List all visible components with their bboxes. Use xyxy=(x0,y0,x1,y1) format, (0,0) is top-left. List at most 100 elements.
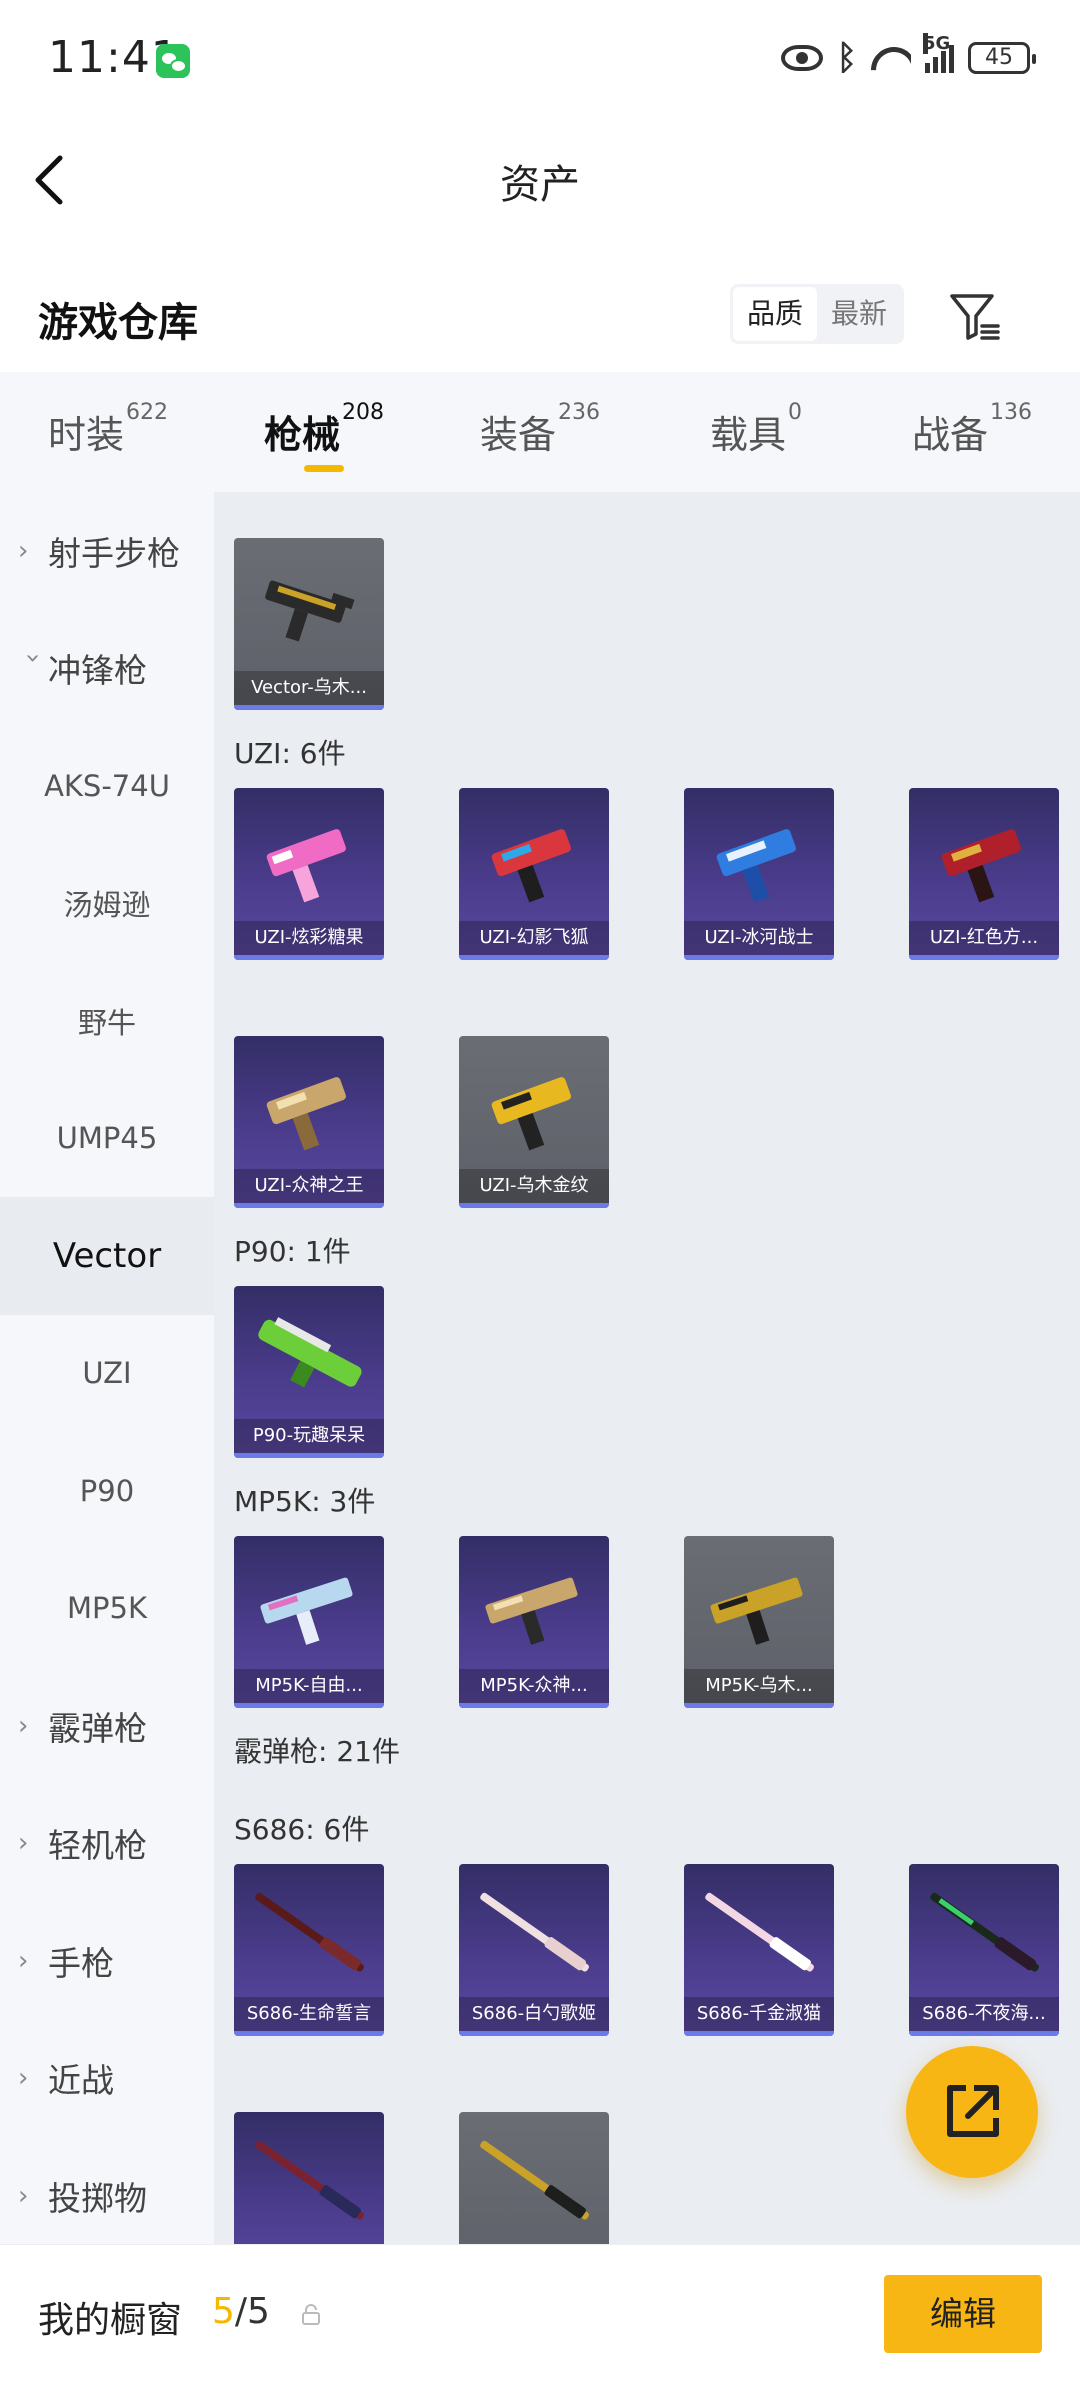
skin-card[interactable]: S686-白勺歌姬 xyxy=(459,1864,609,2036)
share-button[interactable] xyxy=(906,2046,1038,2178)
skin-card[interactable]: S686-生命誓言 xyxy=(234,1864,384,2036)
mp5k-art xyxy=(260,1577,353,1645)
tab-label: 装备 xyxy=(479,413,556,457)
skin-card[interactable]: P90-玩趣呆呆 xyxy=(234,1286,384,1458)
showcase-count: 5/5 xyxy=(212,2291,270,2332)
skin-card[interactable]: S686-千金淑猫 xyxy=(684,1864,834,2036)
app-header: 资产 xyxy=(0,120,1080,230)
sidebar-item-label: 射手步枪 xyxy=(48,533,180,573)
group-label-p90: P90: 1件 xyxy=(234,1235,351,1268)
sort-quality-button[interactable]: 品质 xyxy=(733,287,818,341)
shotgun-art xyxy=(705,1892,814,1972)
chevron-right-icon: › xyxy=(18,1828,29,1859)
skin-name: UZI-红色方... xyxy=(909,921,1059,955)
skin-card[interactable]: UZI-炫彩糖果 xyxy=(234,788,384,960)
skin-name: S686-生命誓言 xyxy=(234,1997,384,2031)
skin-name: UZI-炫彩糖果 xyxy=(234,921,384,955)
sort-toggle: 品质 最新 xyxy=(730,284,905,344)
uzi-art xyxy=(266,829,346,903)
skin-card[interactable]: UZI-红色方... xyxy=(909,788,1059,960)
tab-count: 0 xyxy=(788,400,802,425)
skin-card[interactable]: UZI-幻影飞狐 xyxy=(459,788,609,960)
sidebar-item-smg[interactable]: › 冲锋枪 xyxy=(0,610,214,728)
chevron-right-icon: › xyxy=(18,535,29,566)
battery-icon: 45 xyxy=(968,42,1036,74)
uzi-art xyxy=(491,1077,571,1151)
sidebar-item-label: 手枪 xyxy=(48,1943,114,1983)
skin-card[interactable]: MP5K-乌木... xyxy=(684,1536,834,1708)
chevron-right-icon: › xyxy=(18,1710,29,1741)
sidebar-item-marksman-rifle[interactable]: › 射手步枪 xyxy=(0,492,214,610)
chevron-right-icon: › xyxy=(18,1945,29,1976)
sidebar-item-pistol[interactable]: › 手枪 xyxy=(0,1902,214,2020)
sidebar-item-ump45[interactable]: UMP45 xyxy=(0,1080,214,1198)
skin-name: S686-白勺歌姬 xyxy=(459,1997,609,2031)
skin-name: UZI-乌木金纹 xyxy=(459,1169,609,1203)
skin-card[interactable]: Vector-乌木... xyxy=(234,538,384,710)
sidebar-item-bizon[interactable]: 野牛 xyxy=(0,962,214,1080)
sidebar-item-uzi[interactable]: UZI xyxy=(0,1315,214,1433)
signal-icon: 5G xyxy=(923,33,954,73)
skin-name: S686-不夜海... xyxy=(909,1997,1059,2031)
group-label-s686: S686: 6件 xyxy=(234,1813,370,1846)
share-external-icon xyxy=(947,2085,999,2137)
skin-name: MP5K-众神... xyxy=(459,1669,609,1703)
mp5k-art xyxy=(710,1577,803,1645)
skin-card[interactable]: MP5K-众神... xyxy=(459,1536,609,1708)
tab-label: 战备 xyxy=(911,413,988,457)
tab-count: 622 xyxy=(126,400,168,425)
weapon-skin-grid: Vector-乌木... UZI: 6件 UZI-炫彩糖果 UZI-幻影飞狐 U… xyxy=(214,492,1080,2244)
tab-vehicles[interactable]: 载具0 xyxy=(648,372,864,492)
sidebar-item-label: 冲锋枪 xyxy=(48,651,147,691)
wechat-icon xyxy=(156,44,190,78)
skin-card[interactable] xyxy=(234,2112,384,2244)
tab-count: 136 xyxy=(990,400,1032,425)
sidebar-item-thompson[interactable]: 汤姆逊 xyxy=(0,845,214,963)
sidebar-item-vector[interactable]: Vector xyxy=(0,1197,214,1315)
tab-equipment[interactable]: 装备236 xyxy=(432,372,648,492)
chevron-down-icon: › xyxy=(18,653,48,664)
skin-name: Vector-乌木... xyxy=(234,671,384,705)
status-bar: 11:41 ᛒ 5G 45 xyxy=(0,0,1080,120)
skin-name: S686-千金淑猫 xyxy=(684,1997,834,2031)
sidebar-item-label: 近战 xyxy=(48,2061,114,2101)
shotgun-art xyxy=(930,1892,1039,1972)
skin-name: P90-玩趣呆呆 xyxy=(234,1419,384,1453)
section-title: 游戏仓库 xyxy=(38,300,198,346)
skin-card[interactable]: MP5K-自由... xyxy=(234,1536,384,1708)
skin-card[interactable] xyxy=(459,2112,609,2244)
sidebar-item-lmg[interactable]: › 轻机枪 xyxy=(0,1785,214,1903)
wifi-icon xyxy=(871,43,911,73)
tab-gear[interactable]: 战备136 xyxy=(864,372,1080,492)
filter-glyph xyxy=(950,294,1000,340)
sidebar-item-throwable[interactable]: › 投掷物 xyxy=(0,2137,214,2255)
weapon-category-sidebar: › 射手步枪 › 冲锋枪 AKS-74U 汤姆逊 野牛 UMP45 Vector U… xyxy=(0,492,214,2244)
skin-card[interactable]: S686-不夜海... xyxy=(909,1864,1059,2036)
sidebar-item-melee[interactable]: › 近战 xyxy=(0,2020,214,2138)
smg-art xyxy=(265,580,355,642)
skin-card[interactable]: UZI-冰河战士 xyxy=(684,788,834,960)
skin-card[interactable]: UZI-乌木金纹 xyxy=(459,1036,609,1208)
shotgun-art xyxy=(255,1892,364,1972)
tab-fashion[interactable]: 时装622 xyxy=(0,372,216,492)
eye-comfort-icon xyxy=(780,45,823,71)
uzi-art xyxy=(941,829,1021,903)
page-title: 资产 xyxy=(500,162,580,208)
uzi-art xyxy=(716,829,796,903)
skin-card[interactable]: UZI-众神之王 xyxy=(234,1036,384,1208)
sidebar-item-aks74u[interactable]: AKS-74U xyxy=(0,727,214,845)
uzi-art xyxy=(491,829,571,903)
uzi-art xyxy=(266,1077,346,1151)
tab-firearms[interactable]: 枪械208 xyxy=(216,372,432,492)
skin-name: MP5K-乌木... xyxy=(684,1669,834,1703)
sidebar-item-shotgun[interactable]: › 霰弹枪 xyxy=(0,1667,214,1785)
group-label-shotgun: 霰弹枪: 21件 xyxy=(234,1735,400,1768)
sidebar-item-mp5k[interactable]: MP5K xyxy=(0,1550,214,1668)
filter-icon[interactable] xyxy=(948,290,1002,344)
edit-button[interactable]: 编辑 xyxy=(884,2275,1042,2353)
tab-label: 时装 xyxy=(47,413,124,457)
sidebar-item-label: 投掷物 xyxy=(48,2178,147,2218)
tab-label: 载具 xyxy=(709,413,786,457)
sidebar-item-p90[interactable]: P90 xyxy=(0,1432,214,1550)
sort-newest-button[interactable]: 最新 xyxy=(817,287,901,341)
